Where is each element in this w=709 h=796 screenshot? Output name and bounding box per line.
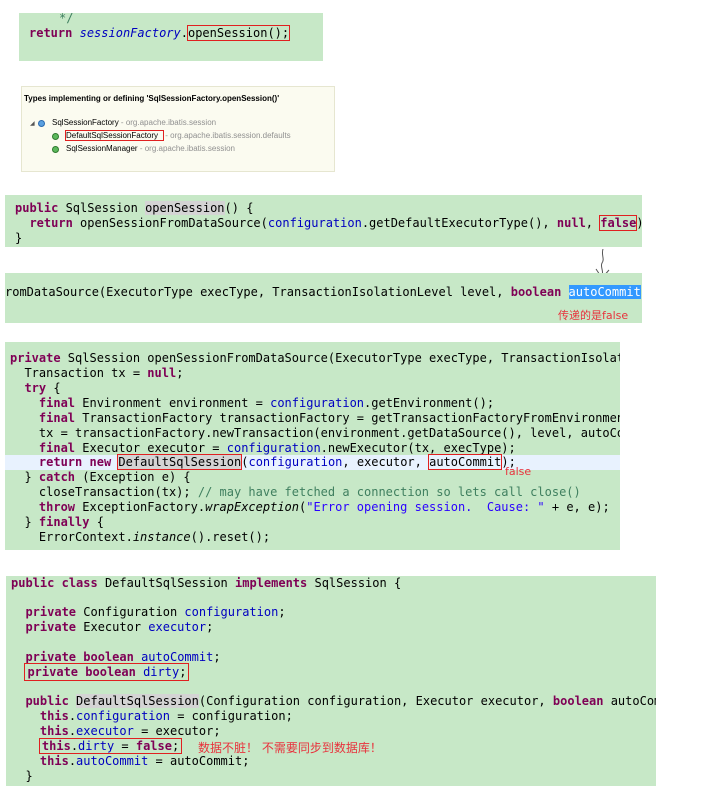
default-sql-session-highlight: DefaultSqlSession [117, 454, 243, 470]
hierarchy-title: Types implementing or defining 'SqlSessi… [24, 94, 280, 103]
code-line: return sessionFactory.openSession(); [29, 25, 291, 41]
code-line: this.executor = executor; [39, 724, 221, 738]
code-line: private SqlSession openSessionFromDataSo… [10, 351, 620, 365]
code-line: public class DefaultSqlSession implement… [11, 576, 402, 590]
code-line: public DefaultSqlSession(Configuration c… [25, 694, 656, 708]
code-line: romDataSource(ExecutorType execType, Tra… [5, 285, 642, 299]
code-line: try { [24, 381, 61, 395]
code-line: tx = transactionFactory.newTransaction(e… [10, 426, 620, 440]
code-line: private boolean dirty; [11, 663, 190, 681]
hierarchy-item-root[interactable]: SqlSessionFactory - org.apache.ibatis.se… [52, 118, 216, 127]
code-line: } finally { [10, 515, 104, 529]
code-snippet-open-session-from-datasource: private SqlSession openSessionFromDataSo… [5, 342, 620, 550]
code-line: this.configuration = configuration; [39, 709, 293, 723]
code-line: this.autoCommit = autoCommit; [39, 754, 250, 768]
code-line: } catch (Exception e) { [10, 470, 191, 484]
code-line: closeTransaction(tx); // may have fetche… [10, 485, 581, 499]
code-snippet-default-sql-session: public class DefaultSqlSession implement… [6, 576, 656, 786]
type-hierarchy-view: Types implementing or defining 'SqlSessi… [21, 86, 335, 172]
hierarchy-item-default-sql-session-factory[interactable]: DefaultSqlSessionFactory - org.apache.ib… [64, 130, 291, 141]
dirty-assignment-highlight: this.dirty = false; [38, 738, 183, 754]
code-snippet-session-factory: */ return sessionFactory.openSession(); [19, 13, 323, 61]
hierarchy-item-sql-session-manager[interactable]: SqlSessionManager - org.apache.ibatis.se… [66, 144, 235, 153]
expand-triangle-icon[interactable]: ◢ [30, 120, 35, 127]
auto-commit-selection: autoCommit [568, 285, 641, 299]
code-line: final Executor executor = configuration.… [38, 441, 516, 455]
code-line: private boolean autoCommit; [25, 650, 221, 664]
code-line: private Configuration configuration; [25, 605, 286, 619]
code-line: Transaction tx = null; [10, 366, 184, 380]
code-line: ErrorContext.instance().reset(); [10, 530, 271, 544]
code-line: final Environment environment = configur… [38, 396, 495, 410]
code-line: throw ExceptionFactory.wrapException("Er… [38, 500, 610, 514]
code-line: return new DefaultSqlSession(configurati… [38, 454, 516, 470]
code-line: final TransactionFactory transactionFact… [38, 411, 620, 425]
open-session-call-highlight: openSession(); [186, 25, 291, 41]
false-argument-highlight: false [599, 215, 638, 231]
code-line: public SqlSession openSession() { [15, 201, 254, 215]
code-line: return openSessionFromDataSource(configu… [29, 215, 642, 231]
annotation-note: 传递的是false [558, 309, 629, 322]
auto-commit-arg-highlight: autoCommit [428, 454, 503, 470]
dirty-field-highlight: private boolean dirty; [24, 663, 190, 681]
interface-icon [38, 120, 45, 127]
class-icon [52, 133, 59, 140]
code-snippet-method-signature: romDataSource(ExecutorType execType, Tra… [5, 273, 642, 323]
code-line: } [15, 231, 23, 245]
code-line: this.dirty = false; [11, 738, 183, 754]
code-line: } [25, 769, 33, 783]
class-icon [52, 146, 59, 153]
annotation-note: false [505, 465, 532, 478]
code-snippet-open-session: public SqlSession openSession() { return… [5, 195, 642, 247]
comment-end: */ [59, 13, 74, 25]
code-line: private Executor executor; [25, 620, 214, 634]
